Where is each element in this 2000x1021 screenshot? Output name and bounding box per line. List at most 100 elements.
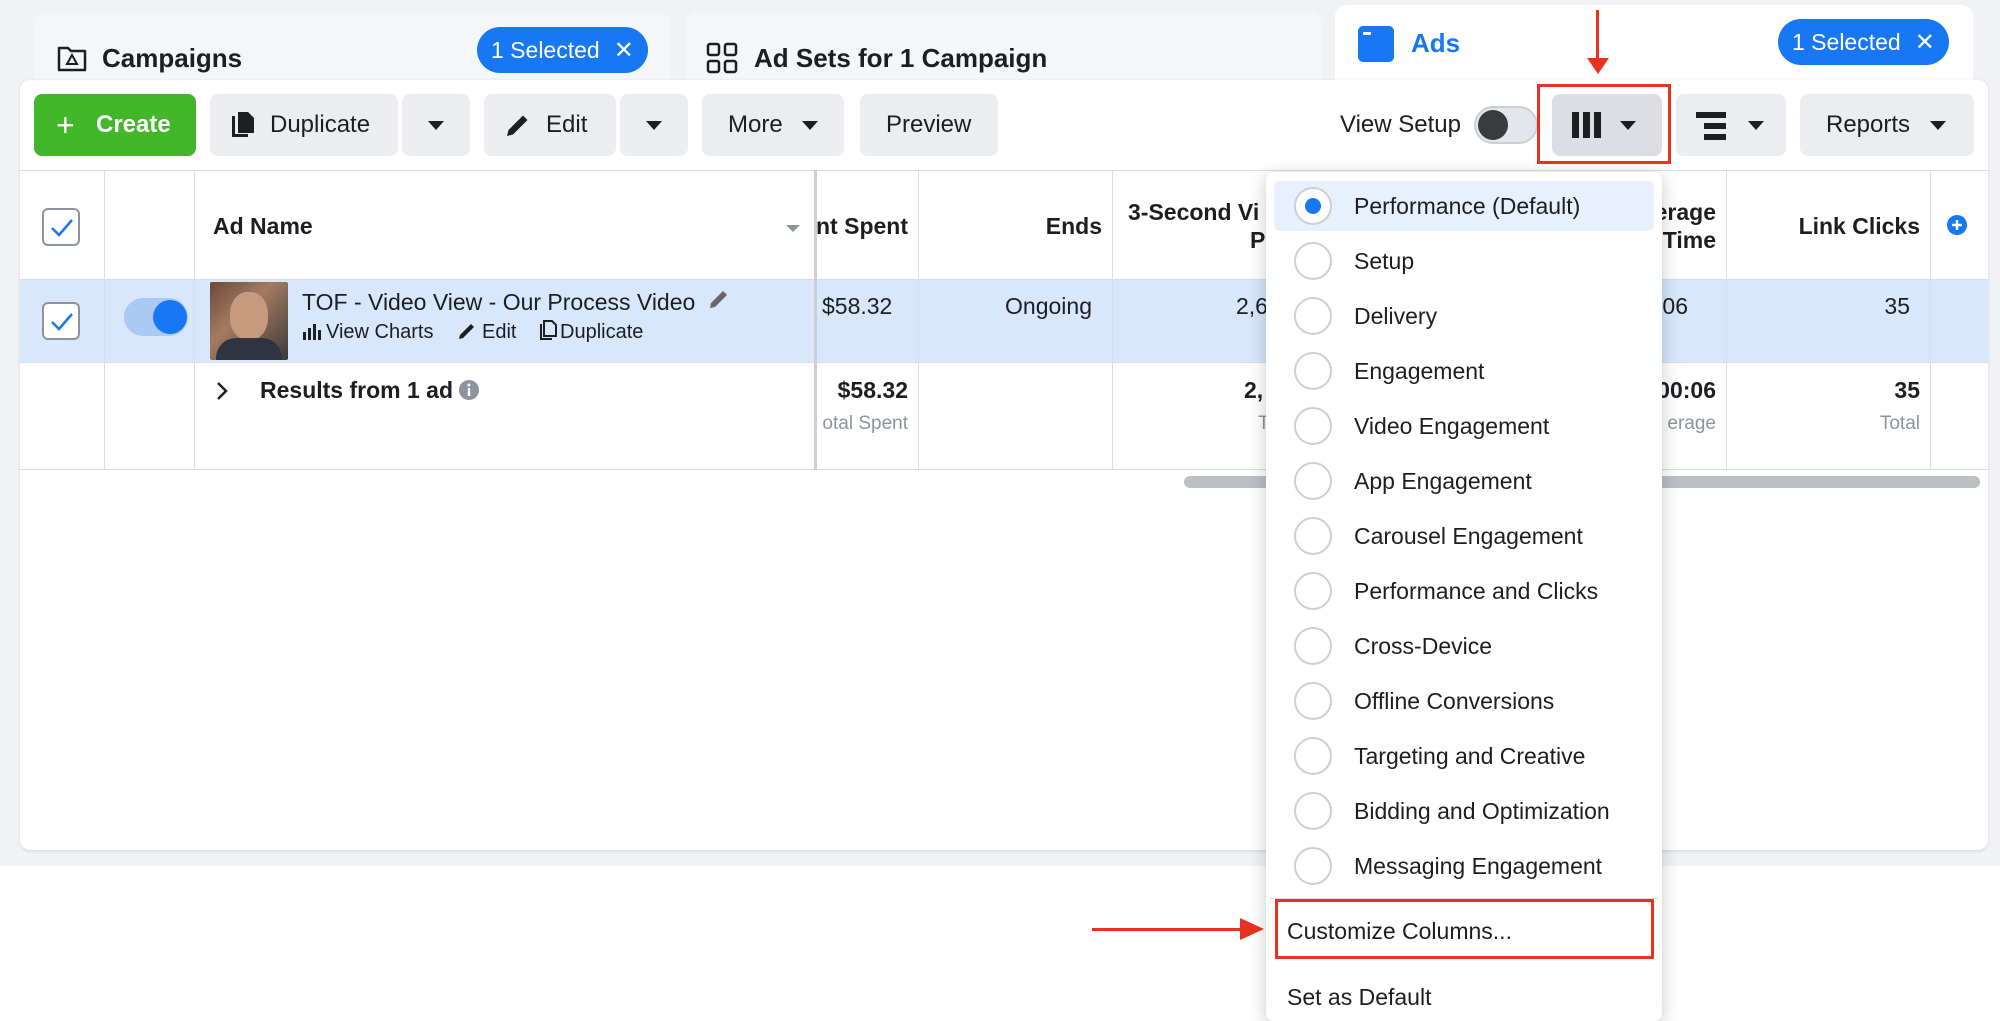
set-as-default-option[interactable]: Set as Default [1287,983,1431,1011]
menu-item-video-engagement[interactable]: Video Engagement [1274,401,1654,451]
toggle-knob [153,300,187,334]
total-link-clicks: 35 [1894,377,1920,403]
breakdown-button[interactable] [1676,94,1786,156]
annotation-arrow-shaft [1092,928,1242,931]
duplicate-dropdown-button[interactable] [402,94,470,156]
chevron-right-icon[interactable] [214,380,230,402]
caret-down-icon [646,121,662,130]
results-label: Results from 1 ad [260,377,453,403]
column-divider [1930,170,1931,470]
create-button[interactable]: + Create [34,94,196,156]
menu-item-engagement[interactable]: Engagement [1274,346,1654,396]
row-checkbox[interactable] [42,302,80,340]
menu-item-label: Offline Conversions [1354,688,1555,714]
menu-item-cross-device[interactable]: Cross-Device [1274,621,1654,671]
radio-unselected [1294,462,1332,500]
radio-unselected [1294,737,1332,775]
select-all-checkbox[interactable] [42,208,80,246]
info-icon[interactable] [458,379,480,401]
ad-status-toggle[interactable] [124,298,188,336]
reports-button[interactable]: Reports [1800,94,1974,156]
campaigns-selected-badge[interactable]: 1 Selected ✕ [477,27,648,73]
total-link-clicks-caption: Total [1879,413,1920,434]
radio-unselected [1294,792,1332,830]
menu-item-offline-conversions[interactable]: Offline Conversions [1274,676,1654,726]
create-button-label: Create [96,111,171,138]
view-setup-label: View Setup [1340,111,1461,138]
add-column-icon[interactable] [1946,214,1968,236]
bar-chart-icon [303,324,321,340]
plus-icon: + [56,107,75,143]
menu-item-label: Setup [1354,248,1415,274]
header-link-clicks[interactable]: Link Clicks [1740,212,1920,240]
thumbnail-face [230,292,268,340]
menu-item-performance-and-clicks[interactable]: Performance and Clicks [1274,566,1654,616]
column-divider [1726,170,1727,470]
menu-item-carousel-engagement[interactable]: Carousel Engagement [1274,511,1654,561]
duplicate-icon [232,112,254,137]
ad-thumbnail[interactable] [210,282,288,360]
menu-item-label: Performance (Default) [1354,193,1581,219]
caret-down-icon [802,121,818,130]
menu-item-messaging-engagement[interactable]: Messaging Engagement [1274,841,1654,891]
close-icon[interactable]: ✕ [1915,29,1935,56]
menu-item-label: Video Engagement [1354,413,1550,439]
pencil-icon [507,115,528,136]
menu-item-performance-default[interactable]: Performance (Default) [1274,181,1654,231]
view-setup-toggle[interactable] [1474,106,1538,144]
header-ends[interactable]: Ends [960,212,1102,240]
column-divider [1112,170,1113,470]
radio-selected [1294,187,1332,225]
menu-item-delivery[interactable]: Delivery [1274,291,1654,341]
radio-unselected [1294,682,1332,720]
total-amount-spent: $58.32 [837,377,908,403]
edit-link[interactable]: Edit [482,318,516,346]
duplicate-button[interactable]: Duplicate [210,94,398,156]
radio-unselected [1294,242,1332,280]
radio-unselected [1294,627,1332,665]
menu-item-setup[interactable]: Setup [1274,236,1654,286]
preview-button-label: Preview [886,111,972,138]
reports-button-label: Reports [1826,111,1911,138]
menu-item-label: Messaging Engagement [1354,853,1603,879]
duplicate-button-label: Duplicate [270,111,371,138]
view-charts-link[interactable]: View Charts [326,318,433,346]
edit-button[interactable]: Edit [484,94,616,156]
radio-unselected [1294,407,1332,445]
menu-item-label: App Engagement [1354,468,1532,494]
preview-button[interactable]: Preview [860,94,998,156]
more-button[interactable]: More [702,94,844,156]
pencil-icon [459,324,474,339]
breakdown-icon [1696,112,1726,140]
annotation-arrow-head [1587,58,1609,74]
edit-dropdown-button[interactable] [620,94,688,156]
annotation-highlight-columns-button [1537,84,1671,164]
ad-name-link[interactable]: TOF - Video View - Our Process Video [302,288,695,316]
column-divider [194,170,195,470]
pencil-icon[interactable] [708,288,730,310]
ad-window-icon [1358,26,1394,62]
menu-item-label: Performance and Clicks [1354,578,1599,604]
radio-unselected [1294,847,1332,885]
grid-icon [706,42,738,74]
ads-selected-badge[interactable]: 1 Selected ✕ [1778,19,1949,65]
more-button-label: More [728,111,783,138]
row-ends: Ongoing [1005,293,1092,319]
header-3sec-plays[interactable]: 3-Second Vi [1128,198,1259,226]
menu-item-label: Delivery [1354,303,1438,329]
page-bottom-area [0,866,2000,1021]
column-divider [104,170,105,470]
tab-adsets-label: Ad Sets for 1 Campaign [754,43,1048,73]
annotation-arrow-shaft [1596,10,1599,60]
header-ad-name[interactable]: Ad Name [213,212,313,240]
menu-item-targeting-and-creative[interactable]: Targeting and Creative [1274,731,1654,781]
sort-caret-icon[interactable] [786,225,800,232]
menu-item-label: Cross-Device [1354,633,1493,659]
duplicate-link[interactable]: Duplicate [560,318,643,346]
menu-item-app-engagement[interactable]: App Engagement [1274,456,1654,506]
radio-unselected [1294,517,1332,555]
close-icon[interactable]: ✕ [614,37,634,64]
menu-item-bidding-and-optimization[interactable]: Bidding and Optimization [1274,786,1654,836]
header-amount-spent[interactable]: nt Spent [814,212,908,240]
radio-unselected [1294,572,1332,610]
